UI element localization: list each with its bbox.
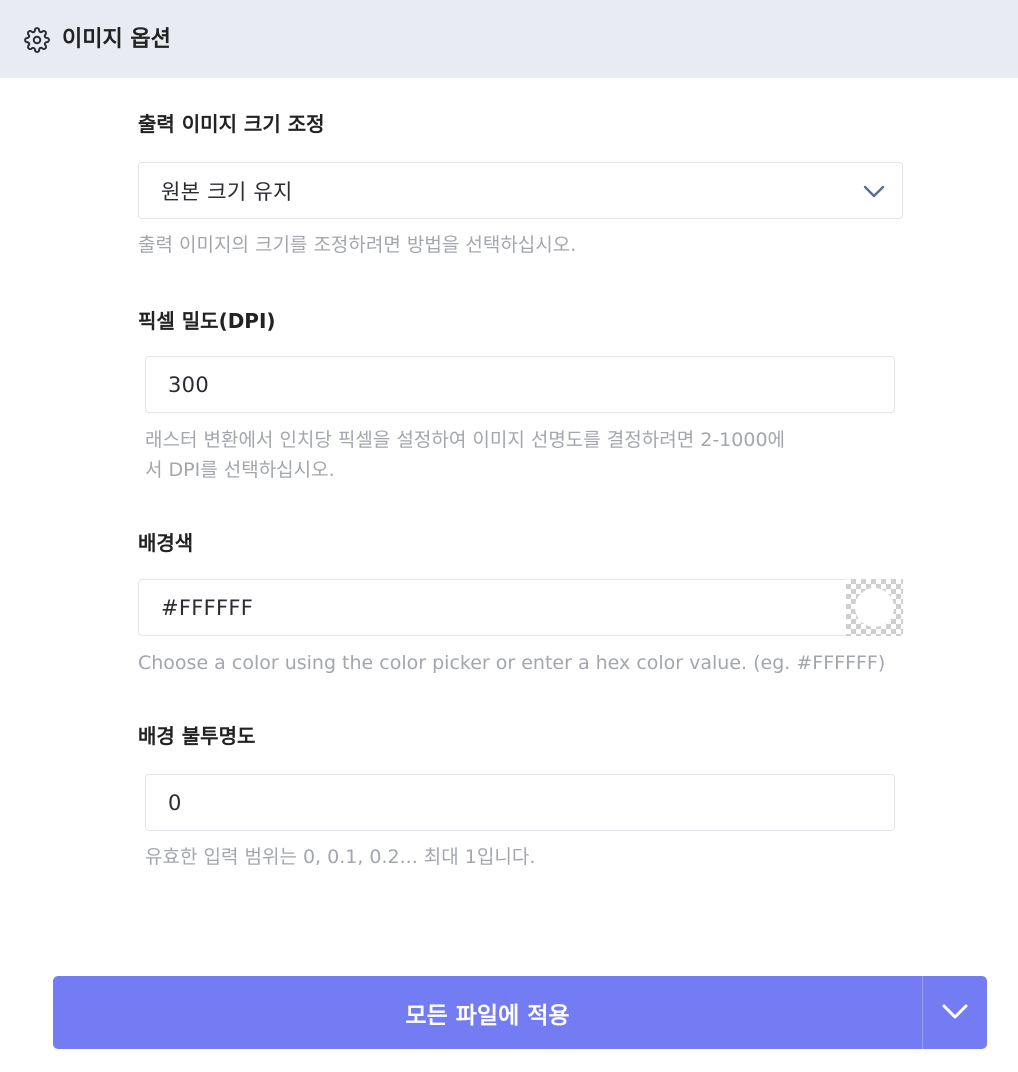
- background-color-input[interactable]: [161, 595, 846, 620]
- chevron-down-icon: [862, 181, 886, 201]
- background-color-label: 배경색: [138, 531, 194, 555]
- opacity-input[interactable]: [168, 790, 894, 815]
- opacity-label: 배경 불투명도: [138, 724, 256, 748]
- apply-button-group: 모든 파일에 적용: [53, 976, 987, 1049]
- color-preview: [855, 588, 894, 627]
- dpi-help-line-1: 래스터 변환에서 인치당 픽셀을 설정하여 이미지 선명도를 결정하려면 2-1…: [145, 429, 786, 451]
- options-header: 이미지 옵션: [0, 0, 1018, 78]
- apply-dropdown-button[interactable]: [923, 976, 987, 1049]
- dpi-label: 픽셀 밀도(DPI): [138, 309, 276, 333]
- opacity-help: 유효한 입력 범위는 0, 0.1, 0.2... 최대 1입니다.: [145, 846, 536, 868]
- options-title: 이미지 옵션: [62, 27, 171, 52]
- chevron-down-icon: [940, 1000, 970, 1026]
- resize-select-value: 원본 크기 유지: [161, 179, 293, 204]
- dpi-input[interactable]: [168, 372, 894, 397]
- resize-help: 출력 이미지의 크기를 조정하려면 방법을 선택하십시오.: [138, 234, 577, 256]
- resize-select[interactable]: 원본 크기 유지: [138, 162, 903, 219]
- apply-all-button[interactable]: 모든 파일에 적용: [53, 976, 922, 1049]
- gear-icon: [24, 27, 50, 53]
- opacity-input-field[interactable]: [145, 774, 895, 831]
- apply-all-label: 모든 파일에 적용: [405, 1002, 570, 1029]
- dpi-input-field[interactable]: [145, 356, 895, 413]
- dpi-help-line-2: 서 DPI를 선택하십시오.: [145, 459, 335, 481]
- background-color-help: Choose a color using the color picker or…: [138, 652, 886, 674]
- resize-label: 출력 이미지 크기 조정: [138, 112, 325, 136]
- background-color-field[interactable]: [138, 579, 847, 636]
- color-picker-swatch[interactable]: [846, 579, 903, 636]
